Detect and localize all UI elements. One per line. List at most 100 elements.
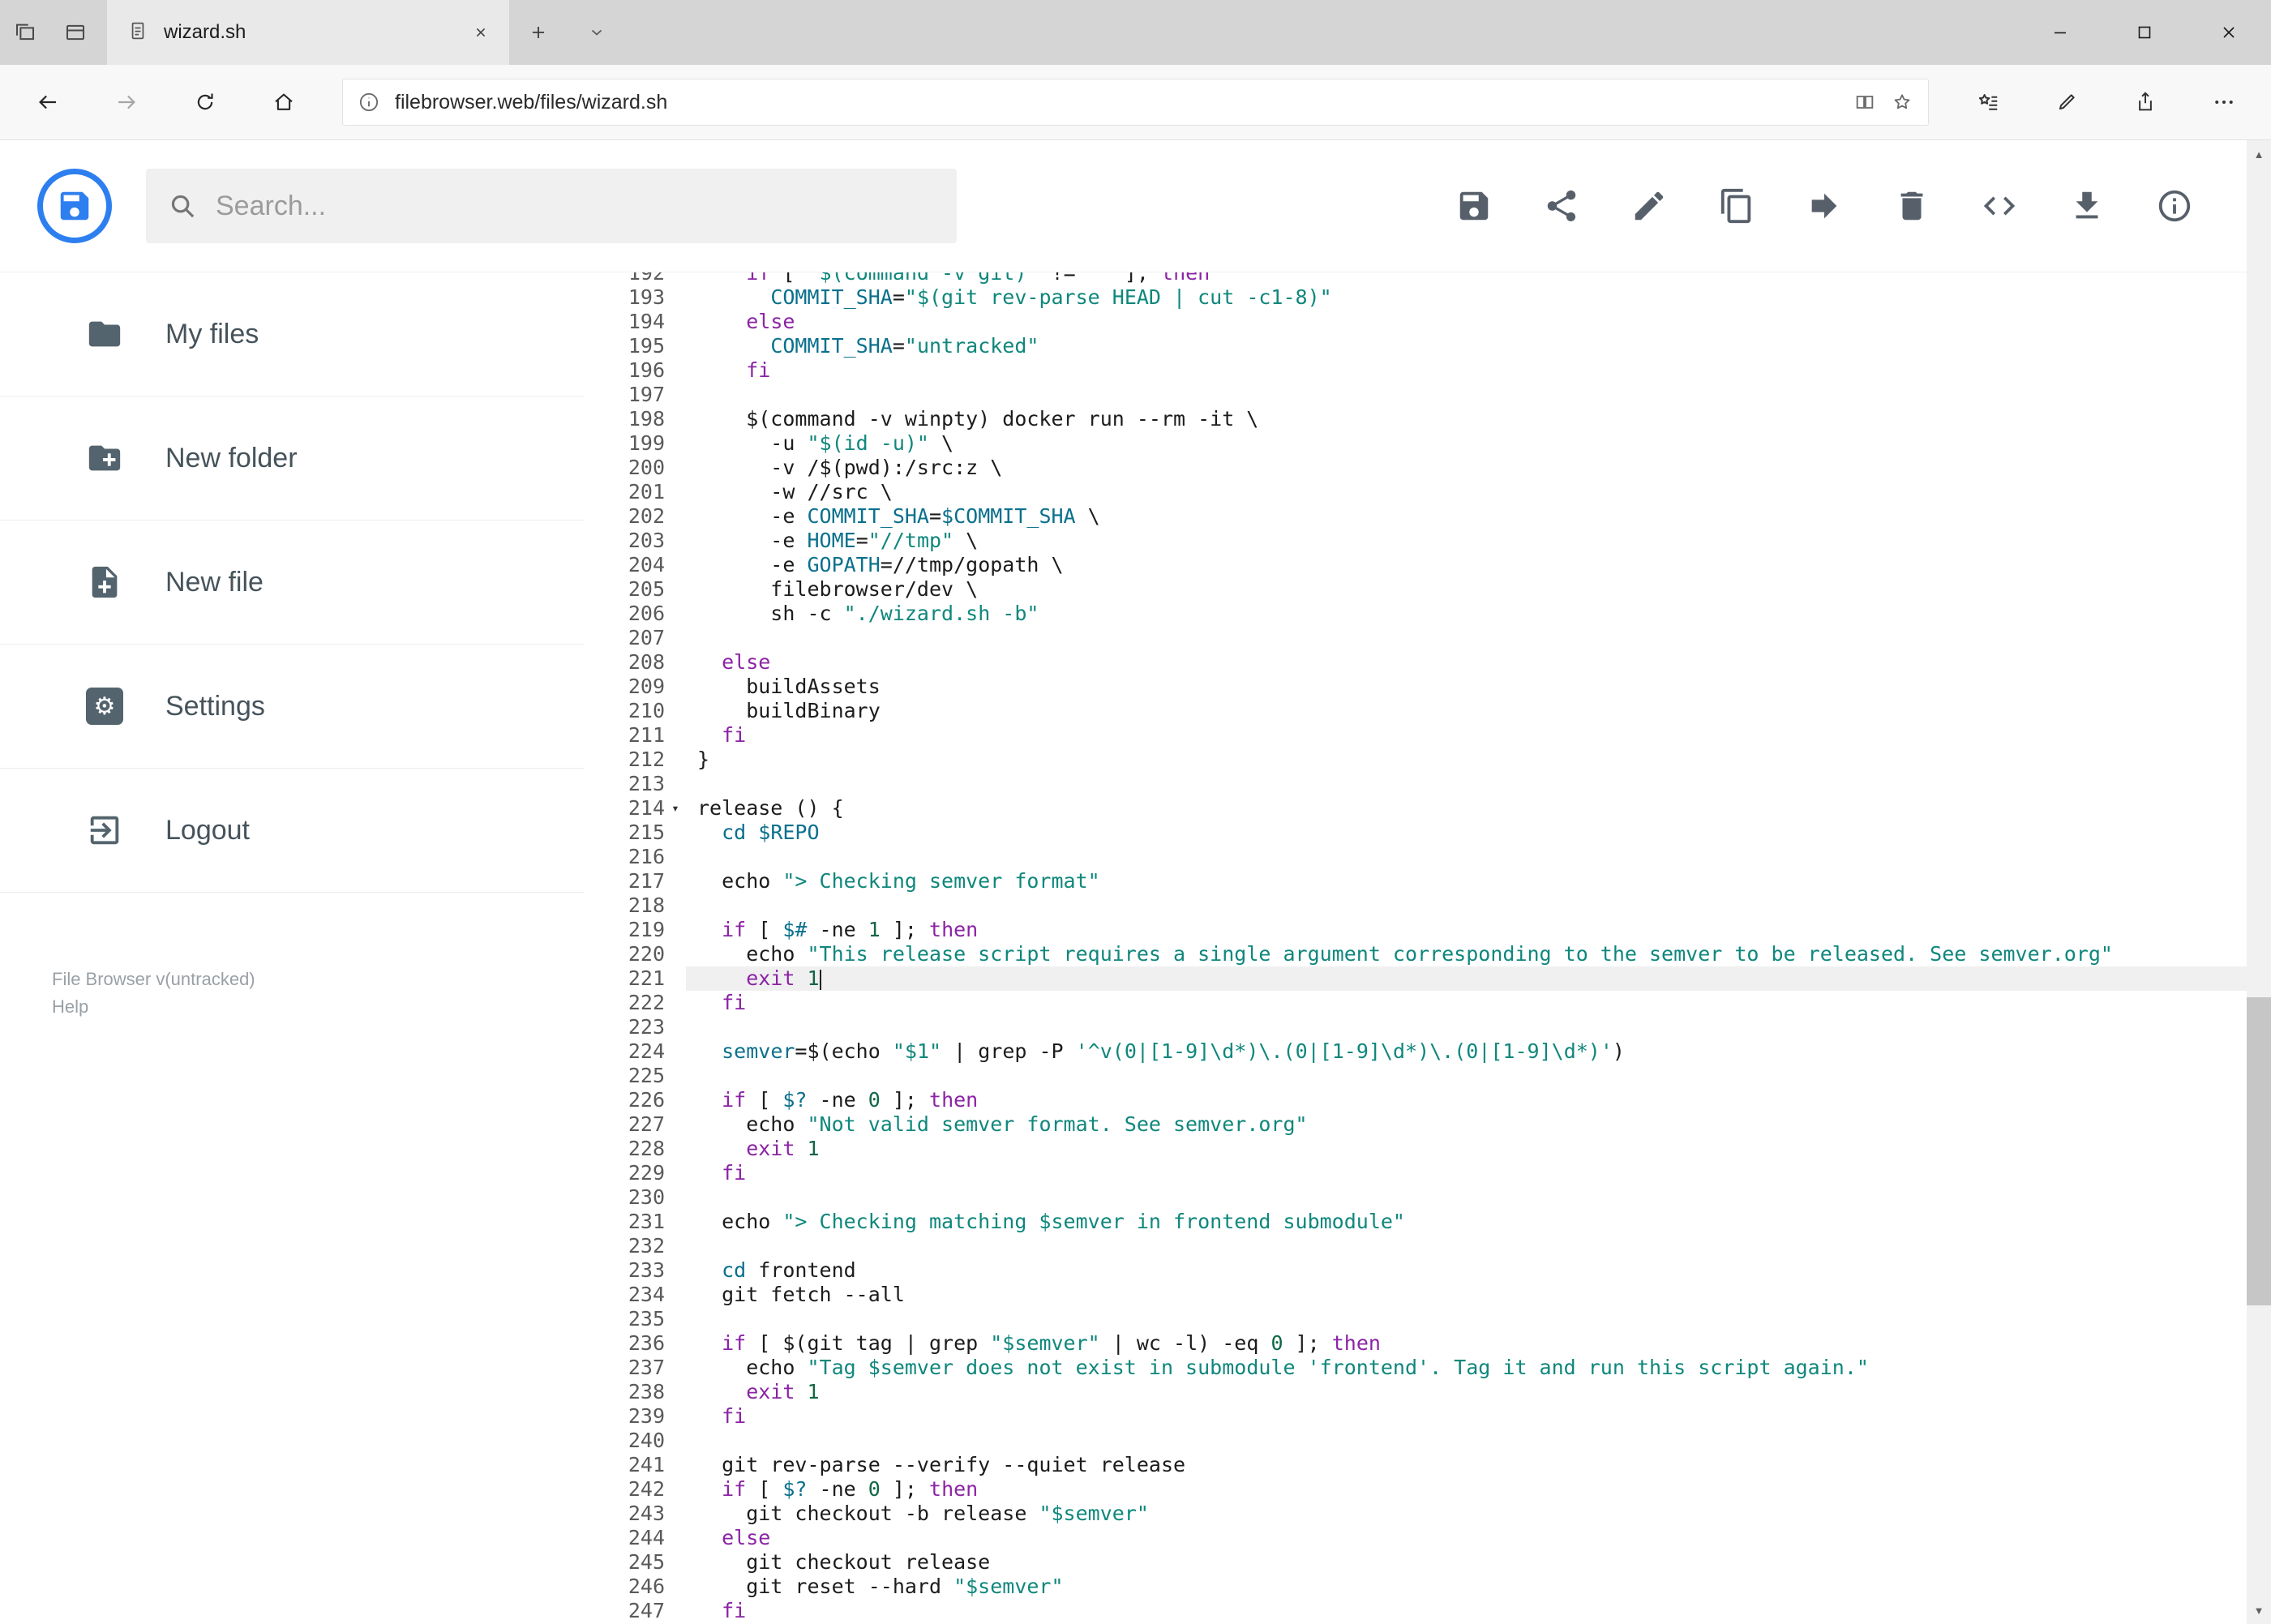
code-line[interactable]: 210 buildBinary (584, 699, 2247, 723)
sidebar-item-new-folder[interactable]: New folder (0, 396, 584, 521)
copy-button[interactable] (1718, 187, 1755, 225)
code-line[interactable]: 226 if [ $? -ne 0 ]; then (584, 1088, 2247, 1112)
code-line[interactable]: 219 if [ $# -ne 1 ]; then (584, 918, 2247, 942)
code-line[interactable]: 208 else (584, 650, 2247, 675)
code-line[interactable]: 205 filebrowser/dev \ (584, 577, 2247, 602)
close-window-button[interactable] (2187, 0, 2271, 65)
code-text: echo "Not valid semver format. See semve… (697, 1112, 1308, 1136)
code-line[interactable]: 196 fi (584, 358, 2247, 383)
code-line[interactable]: 230 (584, 1185, 2247, 1210)
code-line[interactable]: 199 -u "$(id -u)" \ (584, 431, 2247, 456)
code-line[interactable]: 221 exit 1 (584, 966, 2247, 991)
new-tab-button[interactable] (509, 0, 568, 65)
code-line[interactable]: 218 (584, 893, 2247, 918)
code-line[interactable]: 237 echo "Tag $semver does not exist in … (584, 1356, 2247, 1380)
delete-button[interactable] (1893, 187, 1930, 225)
code-line[interactable]: 228 exit 1 (584, 1137, 2247, 1161)
code-line[interactable]: 229 fi (584, 1161, 2247, 1185)
add-favorite-button[interactable] (1891, 91, 1913, 114)
code-line[interactable]: 209 buildAssets (584, 675, 2247, 699)
code-line[interactable]: 223 (584, 1015, 2247, 1039)
scrollbar-thumb[interactable] (2247, 997, 2271, 1305)
info-button[interactable] (2156, 187, 2193, 225)
share-page-button[interactable] (2106, 65, 2184, 139)
code-line[interactable]: 200 -v /$(pwd):/src:z \ (584, 456, 2247, 480)
tab-close-button[interactable] (472, 24, 490, 41)
maximize-button[interactable] (2102, 0, 2187, 65)
code-line[interactable]: 243 git checkout -b release "$semver" (584, 1502, 2247, 1526)
save-button[interactable] (1455, 187, 1493, 225)
browser-tab[interactable]: wizard.sh (107, 0, 509, 65)
code-line[interactable]: 227 echo "Not valid semver format. See s… (584, 1112, 2247, 1137)
more-menu-button[interactable] (2184, 65, 2263, 139)
code-line[interactable]: 197 (584, 383, 2247, 407)
rename-button[interactable] (1630, 187, 1668, 225)
code-line[interactable]: 195 COMMIT_SHA="untracked" (584, 334, 2247, 358)
show-tab-previews-button[interactable] (568, 0, 626, 65)
back-button[interactable] (8, 65, 87, 139)
code-line[interactable]: 201 -w //src \ (584, 480, 2247, 504)
code-line[interactable]: 212} (584, 748, 2247, 772)
code-line[interactable]: 239 fi (584, 1404, 2247, 1429)
code-line[interactable]: 222 fi (584, 991, 2247, 1015)
home-button[interactable] (244, 65, 323, 139)
code-line[interactable]: 213 (584, 772, 2247, 796)
code-line[interactable]: 233 cd frontend (584, 1258, 2247, 1283)
sidebar-item-logout[interactable]: Logout (0, 769, 584, 893)
code-line[interactable]: 202 -e COMMIT_SHA=$COMMIT_SHA \ (584, 504, 2247, 529)
code-line[interactable]: 244 else (584, 1526, 2247, 1550)
code-line[interactable]: 234 git fetch --all (584, 1283, 2247, 1307)
code-line[interactable]: 246 git reset --hard "$semver" (584, 1575, 2247, 1599)
code-line[interactable]: 207 (584, 626, 2247, 650)
code-line[interactable]: 215 cd $REPO (584, 821, 2247, 845)
forward-button[interactable] (87, 65, 165, 139)
code-line[interactable]: 217 echo "> Checking semver format" (584, 869, 2247, 893)
sidebar-item-settings[interactable]: ⚙ Settings (0, 645, 584, 769)
code-line[interactable]: 232 (584, 1234, 2247, 1258)
code-line[interactable]: 224 semver=$(echo "$1" | grep -P '^v(0|[… (584, 1039, 2247, 1064)
raw-button[interactable] (1981, 187, 2018, 225)
help-link[interactable]: Help (52, 993, 88, 1021)
fold-marker-icon[interactable]: ▾ (665, 796, 686, 821)
site-info-icon[interactable] (358, 91, 380, 114)
reading-view-button[interactable] (1853, 91, 1876, 114)
code-line[interactable]: 225 (584, 1064, 2247, 1088)
download-button[interactable] (2068, 187, 2106, 225)
hub-button[interactable] (1948, 65, 2027, 139)
code-line[interactable]: 242 if [ $? -ne 0 ]; then (584, 1477, 2247, 1502)
code-editor[interactable]: 192 if [ "$(command -v git)" != "" ]; th… (584, 272, 2247, 1624)
share-button[interactable] (1543, 187, 1580, 225)
url-field[interactable]: filebrowser.web/files/wizard.sh (342, 79, 1929, 126)
code-line[interactable]: 236 if [ $(git tag | grep "$semver" | wc… (584, 1331, 2247, 1356)
code-line[interactable]: 238 exit 1 (584, 1380, 2247, 1404)
set-tabs-aside-button[interactable] (0, 0, 50, 65)
code-line[interactable]: 216 (584, 845, 2247, 869)
search-input[interactable] (216, 190, 936, 222)
code-line[interactable]: 192 if [ "$(command -v git)" != "" ]; th… (584, 272, 2247, 285)
minimize-button[interactable] (2018, 0, 2102, 65)
code-line[interactable]: 198 $(command -v winpty) docker run --rm… (584, 407, 2247, 431)
code-line[interactable]: 240 (584, 1429, 2247, 1453)
code-line[interactable]: 241 git rev-parse --verify --quiet relea… (584, 1453, 2247, 1477)
tabs-preview-button[interactable] (50, 0, 101, 65)
code-line[interactable]: 231 echo "> Checking matching $semver in… (584, 1210, 2247, 1234)
code-line[interactable]: 247 fi (584, 1599, 2247, 1623)
refresh-button[interactable] (165, 65, 244, 139)
page-scrollbar[interactable]: ▲ ▼ (2247, 140, 2271, 1624)
code-line[interactable]: 204 -e GOPATH=//tmp/gopath \ (584, 553, 2247, 577)
code-line[interactable]: 206 sh -c "./wizard.sh -b" (584, 602, 2247, 626)
code-line[interactable]: 214 ▾ release () { (584, 796, 2247, 821)
move-button[interactable] (1806, 187, 1843, 225)
code-line[interactable]: 193 COMMIT_SHA="$(git rev-parse HEAD | c… (584, 285, 2247, 310)
web-note-button[interactable] (2027, 65, 2106, 139)
code-line[interactable]: 235 (584, 1307, 2247, 1331)
scroll-down-arrow-icon[interactable]: ▼ (2247, 1596, 2271, 1624)
scroll-up-arrow-icon[interactable]: ▲ (2247, 140, 2271, 168)
sidebar-item-my-files[interactable]: My files (0, 272, 584, 396)
code-line[interactable]: 194 else (584, 310, 2247, 334)
code-line[interactable]: 203 -e HOME="//tmp" \ (584, 529, 2247, 553)
code-line[interactable]: 245 git checkout release (584, 1550, 2247, 1575)
code-line[interactable]: 220 echo "This release script requires a… (584, 942, 2247, 966)
code-line[interactable]: 211 fi (584, 723, 2247, 748)
sidebar-item-new-file[interactable]: New file (0, 521, 584, 645)
